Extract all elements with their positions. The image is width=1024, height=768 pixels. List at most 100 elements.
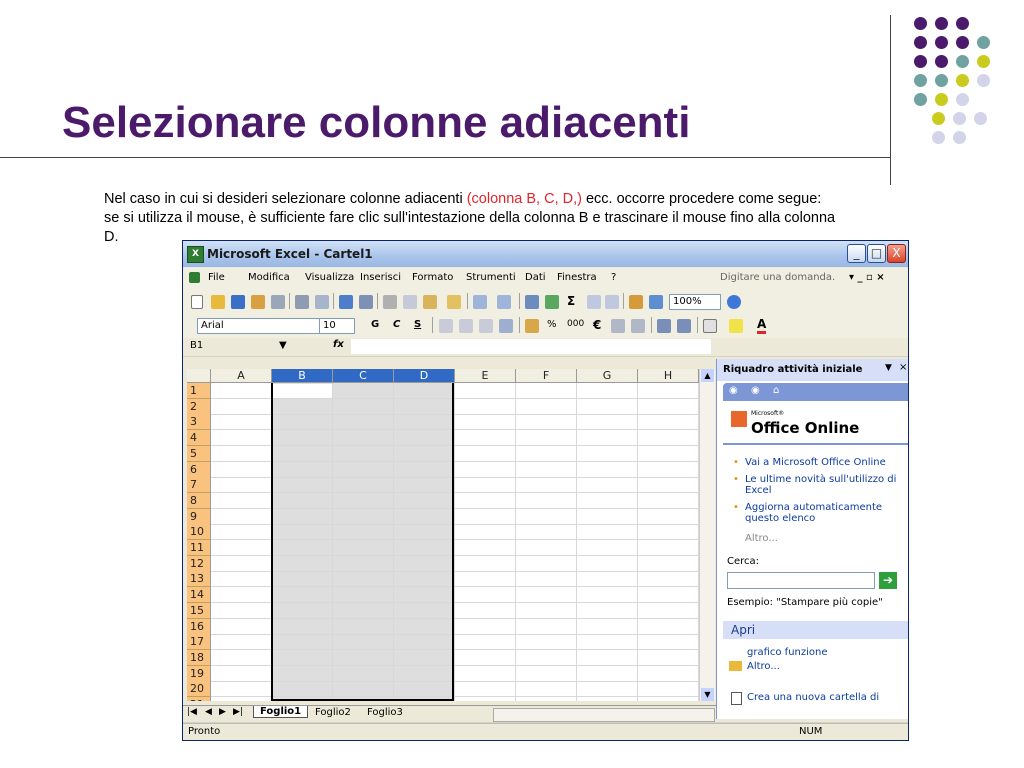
row-header-12[interactable]: 12 (187, 555, 211, 572)
row-header-3[interactable]: 3 (187, 414, 211, 431)
row-header-17[interactable]: 17 (187, 634, 211, 651)
chart-wizard-icon[interactable] (629, 295, 643, 309)
row-header-2[interactable]: 2 (187, 398, 211, 415)
bold-button[interactable]: G (371, 319, 379, 330)
row-header-8[interactable]: 8 (187, 492, 211, 509)
cut-icon[interactable] (383, 295, 397, 309)
row-header-4[interactable]: 4 (187, 430, 211, 447)
column-header-a[interactable]: A (211, 369, 272, 383)
scroll-up-icon[interactable]: ▲ (701, 369, 714, 382)
open-altro-link[interactable]: Altro... (747, 661, 780, 672)
paste-icon[interactable] (423, 295, 437, 309)
name-box-dropdown-icon[interactable]: ▼ (279, 340, 287, 351)
row-header-6[interactable]: 6 (187, 461, 211, 478)
link-latest-news[interactable]: Le ultime novità sull'utilizzo di Excel (745, 474, 905, 496)
open-icon[interactable] (211, 295, 225, 309)
link-auto-update[interactable]: Aggiorna automaticamente questo elenco (745, 502, 905, 524)
row-header-1[interactable]: 1 (187, 383, 211, 399)
sort-descending-icon[interactable] (605, 295, 619, 309)
prev-sheet-icon[interactable]: ◀ (205, 707, 212, 717)
link-office-online[interactable]: Vai a Microsoft Office Online (745, 457, 905, 468)
fill-color-icon[interactable] (729, 319, 743, 333)
increase-decimal-icon[interactable] (611, 319, 625, 333)
menu-inserisci[interactable]: Inserisci (360, 272, 401, 283)
italic-button[interactable]: C (393, 319, 400, 330)
permission-icon[interactable] (251, 295, 265, 309)
recent-file-link[interactable]: grafico funzione (747, 647, 828, 658)
menu-dati[interactable]: Dati (525, 272, 546, 283)
task-pane-menu-icon[interactable]: ▼ (885, 363, 892, 373)
task-pane-close-icon[interactable]: × (899, 362, 907, 373)
maximize-button[interactable]: □ (867, 244, 886, 263)
undo-icon[interactable] (473, 295, 487, 309)
row-header-9[interactable]: 9 (187, 508, 211, 525)
format-painter-icon[interactable] (447, 295, 461, 309)
row-header-20[interactable]: 20 (187, 681, 211, 698)
row-header-16[interactable]: 16 (187, 618, 211, 635)
row-header-5[interactable]: 5 (187, 445, 211, 462)
tab-foglio1[interactable]: Foglio1 (253, 706, 309, 718)
row-header-18[interactable]: 18 (187, 649, 211, 666)
menu-visualizza[interactable]: Visualizza (305, 272, 354, 283)
menu-modifica[interactable]: Modifica (248, 272, 290, 283)
select-all-corner[interactable] (187, 369, 211, 383)
column-header-d[interactable]: D (394, 369, 455, 383)
align-right-icon[interactable] (479, 319, 493, 333)
align-left-icon[interactable] (439, 319, 453, 333)
column-header-h[interactable]: H (638, 369, 699, 383)
font-select[interactable]: Arial (197, 318, 325, 334)
font-size-select[interactable]: 10 (319, 318, 355, 334)
excel-doc-icon[interactable] (189, 272, 200, 283)
first-sheet-icon[interactable]: |◀ (187, 707, 197, 717)
underline-button[interactable]: S (414, 319, 421, 330)
row-header-21[interactable]: 21 (187, 697, 211, 701)
home-icon[interactable]: ⌂ (773, 385, 779, 396)
worksheet-grid[interactable]: ABCDEFGH 1 2 3 4 5 6 7 8 9 10 11 12 13 14 15 16 17 18 19 20… (187, 369, 714, 701)
merge-center-icon[interactable] (499, 319, 513, 333)
new-icon[interactable] (191, 295, 203, 309)
zoom-select[interactable]: 100% (669, 294, 721, 310)
next-sheet-icon[interactable]: ▶ (219, 707, 226, 717)
percent-button[interactable]: % (547, 319, 557, 330)
name-box[interactable]: B1 (187, 339, 277, 354)
spelling-icon[interactable] (339, 295, 353, 309)
link-altro[interactable]: Altro... (745, 533, 778, 544)
ask-question-box[interactable]: Digitare una domanda. (720, 272, 835, 283)
decrease-indent-icon[interactable] (657, 319, 671, 333)
vertical-scrollbar[interactable]: ▲ ▼ (699, 369, 715, 701)
menu-strumenti[interactable]: Strumenti (466, 272, 516, 283)
column-header-c[interactable]: C (333, 369, 394, 383)
align-center-icon[interactable] (459, 319, 473, 333)
thousands-button[interactable]: 000 (567, 319, 584, 329)
research-globe-icon[interactable] (545, 295, 559, 309)
column-header-b[interactable]: B (272, 369, 333, 383)
last-sheet-icon[interactable]: ▶| (233, 707, 243, 717)
window-titlebar[interactable]: X Microsoft Excel - Cartel1 _ □ X (183, 241, 908, 267)
row-header-14[interactable]: 14 (187, 587, 211, 604)
tab-foglio2[interactable]: Foglio2 (315, 707, 351, 718)
sort-ascending-icon[interactable] (587, 295, 601, 309)
row-header-15[interactable]: 15 (187, 602, 211, 619)
currency-icon[interactable] (525, 319, 539, 333)
row-header-13[interactable]: 13 (187, 571, 211, 588)
increase-indent-icon[interactable] (677, 319, 691, 333)
print-icon[interactable] (295, 295, 309, 309)
formula-input[interactable] (351, 339, 711, 354)
column-header-e[interactable]: E (455, 369, 516, 383)
menu-finestra[interactable]: Finestra (557, 272, 597, 283)
menu-file[interactable]: File (208, 272, 225, 283)
email-icon[interactable] (271, 295, 285, 309)
drawing-icon[interactable] (649, 295, 663, 309)
forward-icon[interactable]: ◉ (751, 385, 760, 396)
menu-window-controls[interactable]: ▾ _ ▫ × (849, 272, 885, 283)
menu-formato[interactable]: Formato (412, 272, 453, 283)
decrease-decimal-icon[interactable] (631, 319, 645, 333)
back-icon[interactable]: ◉ (729, 385, 738, 396)
row-header-10[interactable]: 10 (187, 524, 211, 541)
search-input[interactable] (727, 572, 875, 589)
tab-foglio3[interactable]: Foglio3 (367, 707, 403, 718)
column-header-f[interactable]: F (516, 369, 577, 383)
euro-button[interactable]: € (593, 318, 601, 332)
row-header-11[interactable]: 11 (187, 540, 211, 556)
minimize-button[interactable]: _ (847, 244, 866, 263)
